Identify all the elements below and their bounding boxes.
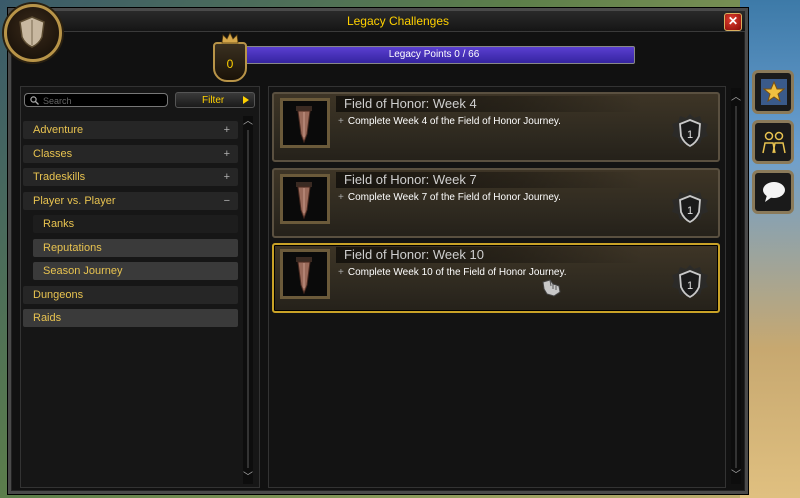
- scroll-up-icon[interactable]: ︿: [242, 112, 254, 127]
- challenge-title: Field of Honor: Week 10: [336, 247, 644, 263]
- scroll-down-icon[interactable]: ﹀: [730, 466, 742, 481]
- chat-bubble-icon: [763, 182, 785, 202]
- challenge-points: 1: [687, 205, 693, 217]
- expand-icon[interactable]: +: [224, 145, 230, 163]
- category-item[interactable]: Classes +: [23, 144, 238, 163]
- category-label: Player vs. Player: [33, 194, 116, 207]
- category-item[interactable]: Adventure +: [23, 121, 238, 139]
- challenge-title: Field of Honor: Week 4: [336, 96, 644, 112]
- challenge-card[interactable]: Field of Honor: Week 4 + Complete Week 4 o…: [272, 92, 720, 162]
- expand-icon[interactable]: +: [338, 267, 344, 278]
- category-label: Raids: [33, 312, 62, 324]
- expand-icon[interactable]: +: [224, 168, 230, 186]
- side-tab-chat[interactable]: [752, 170, 794, 214]
- challenge-description-text: Complete Week 4 of the Field of Honor Jo…: [347, 116, 561, 127]
- side-tab-party[interactable]: [752, 120, 794, 164]
- challenge-points: 1: [687, 129, 693, 141]
- filter-label: Filter: [202, 95, 225, 106]
- close-button[interactable]: ✕: [724, 13, 742, 31]
- scroll-down-icon[interactable]: ﹀: [242, 468, 254, 483]
- filter-button[interactable]: Filter: [175, 92, 255, 108]
- shield-badge-icon: 1: [672, 190, 708, 224]
- collapse-icon[interactable]: −: [224, 192, 230, 210]
- window-titlebar: Legacy Challenges ✕: [51, 11, 745, 32]
- dagger-icon: [296, 106, 312, 144]
- challenge-title: Field of Honor: Week 7: [336, 172, 644, 188]
- expand-icon[interactable]: +: [224, 121, 230, 139]
- search-placeholder: Search: [43, 96, 72, 106]
- challenge-points: 1: [687, 280, 693, 292]
- search-icon: [30, 96, 39, 105]
- category-scrollbar[interactable]: ︿ ﹀: [243, 116, 253, 484]
- scroll-track[interactable]: [735, 106, 737, 468]
- challenge-description: + Complete Week 7 of the Field of Honor J…: [338, 192, 561, 203]
- category-label: Ranks: [43, 218, 75, 230]
- expand-icon[interactable]: +: [338, 116, 344, 127]
- dagger-icon: [296, 257, 312, 295]
- category-label: Reputations: [43, 241, 102, 254]
- window-title: Legacy Challenges: [346, 14, 450, 28]
- gauntlet-cursor-icon: [542, 279, 561, 297]
- category-label: Tradeskills: [33, 171, 86, 183]
- chevron-right-icon: [243, 96, 249, 104]
- challenge-card[interactable]: Field of Honor: Week 10 + Complete Week 10…: [272, 243, 720, 313]
- star-icon: [761, 79, 787, 105]
- category-item[interactable]: Season Journey: [33, 262, 238, 280]
- search-input[interactable]: Search: [24, 93, 168, 107]
- scroll-up-icon[interactable]: ︿: [730, 88, 742, 103]
- party-icon: [762, 131, 786, 154]
- category-item[interactable]: Player vs. Player −: [23, 191, 238, 210]
- legacy-points-bar: Legacy Points 0 / 66: [233, 46, 635, 64]
- challenge-scrollbar[interactable]: ︿ ﹀: [731, 88, 741, 484]
- category-item[interactable]: Raids: [23, 309, 238, 327]
- challenge-description: + Complete Week 4 of the Field of Honor J…: [338, 116, 561, 127]
- category-label: Adventure: [33, 124, 84, 136]
- category-label: Dungeons: [33, 288, 84, 301]
- dagger-icon: [296, 182, 312, 220]
- crown-icon: [221, 32, 239, 44]
- legacy-points-label: Legacy Points 0 / 66: [388, 49, 480, 60]
- points-badge-value: 0: [226, 57, 234, 71]
- challenge-icon-frame: [280, 249, 330, 299]
- category-item[interactable]: Reputations: [33, 238, 238, 257]
- expand-icon[interactable]: +: [338, 192, 344, 203]
- category-item[interactable]: Tradeskills +: [23, 168, 238, 186]
- category-label: Season Journey: [43, 265, 123, 277]
- challenge-icon-frame: [280, 174, 330, 224]
- side-tab-star[interactable]: [752, 70, 794, 114]
- category-label: Classes: [33, 147, 73, 160]
- challenge-card[interactable]: Field of Honor: Week 7 + Complete Week 7 o…: [272, 168, 720, 238]
- category-item[interactable]: Dungeons: [23, 285, 238, 304]
- category-item[interactable]: Ranks: [33, 215, 238, 233]
- challenge-description-text: Complete Week 10 of the Field of Honor J…: [347, 267, 567, 278]
- shield-icon: [4, 4, 62, 62]
- challenge-description-text: Complete Week 7 of the Field of Honor Jo…: [347, 192, 561, 203]
- challenge-description: + Complete Week 10 of the Field of Honor …: [338, 267, 566, 278]
- shield-badge-icon: 1: [672, 114, 708, 148]
- challenge-icon-frame: [280, 98, 330, 148]
- scroll-track[interactable]: [247, 130, 249, 468]
- points-crown-badge: 0: [213, 32, 247, 82]
- shield-badge-icon: 1: [672, 265, 708, 299]
